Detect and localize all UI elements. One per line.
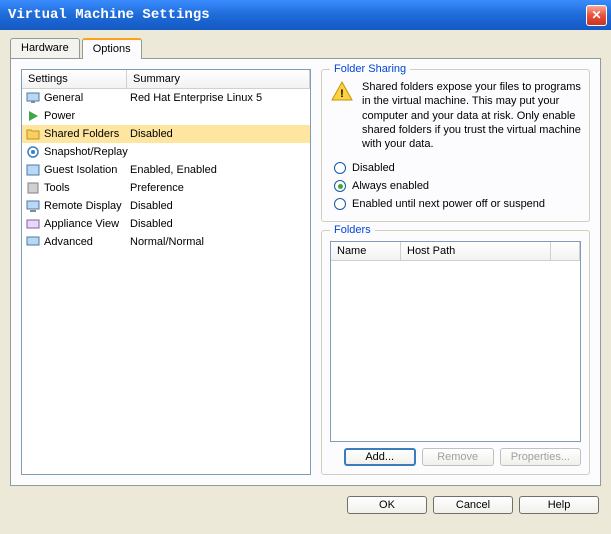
snapshot-icon xyxy=(25,144,41,160)
label: Snapshot/Replay xyxy=(44,146,130,158)
header-spacer xyxy=(551,242,580,260)
radio-label: Enabled until next power off or suspend xyxy=(352,198,545,210)
summary: Disabled xyxy=(130,218,307,230)
settings-panel: Settings Summary General Red Hat Enterpr… xyxy=(21,69,311,475)
settings-list: Settings Summary General Red Hat Enterpr… xyxy=(21,69,311,475)
row-shared-folders[interactable]: Shared Folders Disabled xyxy=(22,125,310,143)
radio-icon xyxy=(334,162,346,174)
dialog-buttons: OK Cancel Help xyxy=(10,496,601,514)
tab-hardware[interactable]: Hardware xyxy=(10,38,80,58)
label: Advanced xyxy=(44,236,130,248)
folders-list: Name Host Path xyxy=(330,241,581,442)
folder-icon xyxy=(25,126,41,142)
label: Power xyxy=(44,110,130,122)
titlebar: Virtual Machine Settings ✕ xyxy=(0,0,611,30)
row-advanced[interactable]: Advanced Normal/Normal xyxy=(22,233,310,251)
row-remote-display[interactable]: Remote Display Disabled xyxy=(22,197,310,215)
folders-title: Folders xyxy=(330,224,375,236)
folder-buttons: Add... Remove Properties... xyxy=(330,448,581,466)
remove-button: Remove xyxy=(422,448,494,466)
radio-always-enabled[interactable]: Always enabled xyxy=(330,177,581,195)
radio-icon xyxy=(334,198,346,210)
row-appliance-view[interactable]: Appliance View Disabled xyxy=(22,215,310,233)
tab-strip: Hardware Options xyxy=(10,38,601,59)
radio-label: Disabled xyxy=(352,162,395,174)
summary: Preference xyxy=(130,182,307,194)
label: Guest Isolation xyxy=(44,164,130,176)
folders-group: Folders Name Host Path Add... Remove Pro… xyxy=(321,230,590,475)
radio-enabled-until[interactable]: Enabled until next power off or suspend xyxy=(330,195,581,213)
appliance-icon xyxy=(25,216,41,232)
row-snapshot[interactable]: Snapshot/Replay xyxy=(22,143,310,161)
header-summary[interactable]: Summary xyxy=(127,70,310,88)
radio-label: Always enabled xyxy=(352,180,429,192)
dialog-content: Hardware Options Settings Summary Genera… xyxy=(0,30,611,522)
label: Remote Display xyxy=(44,200,130,212)
label: Shared Folders xyxy=(44,128,130,140)
summary: Enabled, Enabled xyxy=(130,164,307,176)
warning-icon: ! xyxy=(330,80,354,151)
monitor-icon xyxy=(25,90,41,106)
advanced-icon xyxy=(25,234,41,250)
header-host-path[interactable]: Host Path xyxy=(401,242,551,260)
tab-options[interactable]: Options xyxy=(82,38,142,59)
folder-sharing-title: Folder Sharing xyxy=(330,63,410,75)
list-header: Settings Summary xyxy=(22,70,310,89)
cancel-button[interactable]: Cancel xyxy=(433,496,513,514)
row-tools[interactable]: Tools Preference xyxy=(22,179,310,197)
label: Tools xyxy=(44,182,130,194)
warning-text: Shared folders expose your files to prog… xyxy=(362,80,581,151)
warning-row: ! Shared folders expose your files to pr… xyxy=(330,80,581,151)
tab-panel: Settings Summary General Red Hat Enterpr… xyxy=(10,58,601,486)
folders-header: Name Host Path xyxy=(331,242,580,261)
label: General xyxy=(44,92,130,104)
properties-button: Properties... xyxy=(500,448,581,466)
tools-icon xyxy=(25,180,41,196)
summary: Red Hat Enterprise Linux 5 xyxy=(130,92,307,104)
display-icon xyxy=(25,198,41,214)
radio-disabled[interactable]: Disabled xyxy=(330,159,581,177)
summary: Normal/Normal xyxy=(130,236,307,248)
row-guest-isolation[interactable]: Guest Isolation Enabled, Enabled xyxy=(22,161,310,179)
header-settings[interactable]: Settings xyxy=(22,70,127,88)
window-title: Virtual Machine Settings xyxy=(8,7,586,23)
row-power[interactable]: Power xyxy=(22,107,310,125)
header-name[interactable]: Name xyxy=(331,242,401,260)
radio-icon xyxy=(334,180,346,192)
summary: Disabled xyxy=(130,200,307,212)
add-button[interactable]: Add... xyxy=(344,448,416,466)
shield-icon xyxy=(25,162,41,178)
play-icon xyxy=(25,108,41,124)
help-button[interactable]: Help xyxy=(519,496,599,514)
folder-sharing-group: Folder Sharing ! Shared folders expose y… xyxy=(321,69,590,222)
row-general[interactable]: General Red Hat Enterprise Linux 5 xyxy=(22,89,310,107)
summary: Disabled xyxy=(130,128,307,140)
close-button[interactable]: ✕ xyxy=(586,5,607,26)
right-panel: Folder Sharing ! Shared folders expose y… xyxy=(321,69,590,475)
svg-text:!: ! xyxy=(340,88,344,100)
label: Appliance View xyxy=(44,218,130,230)
ok-button[interactable]: OK xyxy=(347,496,427,514)
